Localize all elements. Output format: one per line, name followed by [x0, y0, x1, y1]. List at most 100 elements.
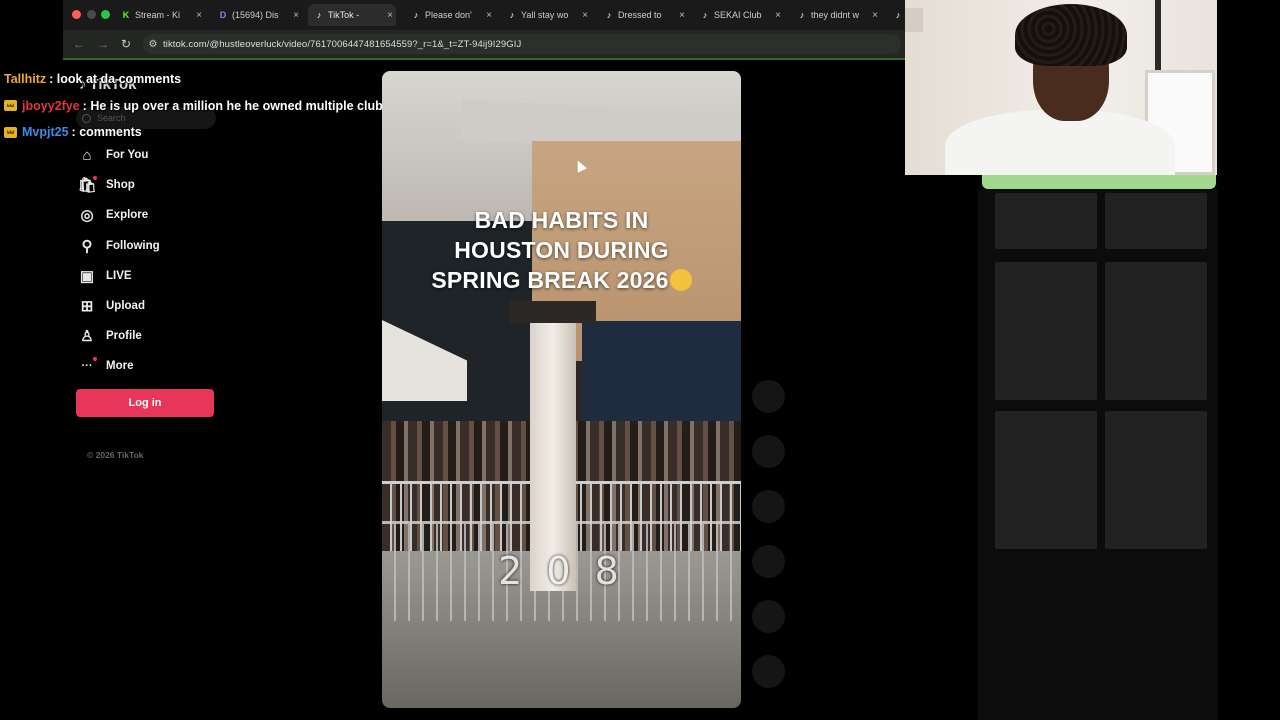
browser-tab[interactable]: K Stream - Ki × [115, 4, 205, 26]
shopping-bag-icon: 🛍 [77, 176, 97, 195]
tab-title: Dressed to [618, 10, 662, 20]
cam-hair [1015, 4, 1127, 66]
chat-username: jboyy2fye [22, 98, 80, 113]
browser-tab[interactable]: D (15694) Dis × [212, 4, 302, 26]
caption-line-text: BAD HABITS IN [474, 207, 649, 233]
video-thumbnail-placeholder[interactable] [1105, 411, 1207, 549]
close-tab-icon[interactable]: × [772, 10, 784, 21]
close-tab-icon[interactable]: × [290, 10, 302, 21]
sidebar-item-label: More [106, 360, 134, 373]
sidebar-item-profile[interactable]: ♙ Profile [78, 321, 160, 351]
tab-favicon-icon: D [219, 10, 227, 20]
tab-favicon-icon: ♪ [895, 10, 901, 20]
video-thumbnail-placeholder[interactable] [995, 411, 1097, 549]
chat-overlay: Tallhitz: look at da comments jboyy2fye: … [4, 66, 447, 146]
webcam-overlay [905, 0, 1217, 175]
url-field[interactable]: ⚙ tiktok.com/@hustleoverluck/video/76170… [143, 34, 901, 54]
chat-text: look at da comments [56, 72, 182, 87]
caption-line: SPRING BREAK 2026 [382, 265, 741, 295]
sidebar-item-label: Upload [106, 300, 145, 313]
arrow-left-icon[interactable]: ← [73, 37, 85, 51]
tab-title: (15694) Dis [232, 10, 279, 20]
reload-icon[interactable]: ↻ [121, 37, 131, 51]
tab-favicon-icon: ♪ [316, 10, 322, 20]
caption-line-text: SPRING BREAK 2026 [431, 267, 669, 293]
notification-dot [93, 176, 97, 181]
login-button[interactable]: Log in [76, 389, 214, 417]
notification-dot [93, 357, 97, 362]
arrow-right-icon[interactable]: → [97, 37, 109, 51]
chat-separator: : [49, 72, 57, 87]
video-action-button[interactable] [752, 435, 785, 468]
close-tab-icon[interactable]: × [869, 10, 881, 21]
maximize-window-button[interactable] [101, 10, 110, 19]
browser-tab[interactable]: ♪ Yall stay wo × [501, 4, 591, 26]
address-bar-row: ← → ↻ ⚙ tiktok.com/@hustleoverluck/video… [63, 30, 905, 58]
user-follow-icon: ⚲ [81, 237, 93, 255]
home-icon: ⌂ [82, 146, 92, 164]
browser-tab[interactable]: ♪ TikTok - × [308, 4, 396, 26]
browser-tab[interactable]: ♪ SEKAI Club × [694, 4, 784, 26]
video-action-button[interactable] [752, 545, 785, 578]
sidebar-item-label: Explore [106, 209, 149, 222]
sidebar-item-following[interactable]: ⚲ Following [78, 231, 160, 261]
sidebar-item-live[interactable]: ▣ LIVE [78, 261, 160, 291]
live-tv-icon: ▣ [79, 267, 95, 285]
tab-title: TikTok - [328, 10, 360, 20]
browser-tab[interactable]: ♪ [887, 4, 905, 26]
video-timer-text: 2 0 8 [498, 549, 625, 593]
video-thumbnail-placeholder[interactable] [1105, 193, 1207, 249]
close-tab-icon[interactable]: × [483, 10, 495, 21]
chat-username: Mvpjt25 [22, 125, 69, 140]
plus-square-icon: ⊞ [80, 298, 94, 316]
video-action-button[interactable] [752, 655, 785, 688]
sidebar-nav: ⌂ For You 🛍 Shop ◎ Explore ⚲ Following ▣ LIVE ⊞ Upl… [77, 140, 160, 382]
sidebar-item-label: Following [106, 239, 160, 252]
tab-favicon-icon: ♪ [799, 10, 805, 20]
browser-tab[interactable]: ♪ Please don' × [405, 4, 495, 26]
webcam-accent-bar [982, 175, 1216, 189]
video-column [530, 301, 576, 591]
chat-message: jboyy2fye: He is up over a million he he… [4, 93, 447, 120]
close-tab-icon[interactable]: × [193, 10, 205, 21]
sidebar-item-label: LIVE [106, 269, 132, 282]
crown-badge-icon [4, 100, 17, 112]
site-settings-icon[interactable]: ⚙ [143, 39, 163, 50]
sidebar-item-explore[interactable]: ◎ Explore [78, 200, 160, 230]
video-thumbnail-placeholder[interactable] [1105, 262, 1207, 400]
video-column-capital [510, 301, 596, 323]
sidebar-item-label: Profile [106, 330, 142, 343]
video-action-button[interactable] [752, 600, 785, 633]
video-action-column [752, 380, 785, 710]
url-text: tiktok.com/@hustleoverluck/video/7617006… [163, 38, 522, 50]
browser-tab[interactable]: ♪ they didnt w × [791, 4, 881, 26]
sidebar-item-label: Shop [106, 179, 135, 192]
tab-favicon-icon: ♪ [413, 10, 419, 20]
person-icon: ♙ [80, 328, 94, 346]
video-grid-panel [978, 189, 1218, 720]
close-tab-icon[interactable]: × [579, 10, 591, 21]
chat-message: Tallhitz: look at da comments [4, 66, 447, 93]
caption-line: HOUSTON DURING [382, 235, 741, 265]
caption-line-text: HOUSTON DURING [454, 237, 669, 263]
tab-favicon-icon: K [122, 10, 130, 20]
sidebar-item-label: For You [106, 149, 149, 162]
video-action-button[interactable] [752, 490, 785, 523]
sidebar-item-upload[interactable]: ⊞ Upload [78, 291, 160, 321]
sidebar-item-more[interactable]: ··· More [78, 351, 160, 381]
video-thumbnail-placeholder[interactable] [995, 262, 1097, 400]
compass-icon: ◎ [80, 207, 94, 225]
video-player[interactable]: BAD HABITS IN HOUSTON DURING SPRING BREAK … [382, 71, 741, 708]
tab-title: Stream - Ki [135, 10, 181, 20]
sidebar-item-shop[interactable]: 🛍 Shop [77, 170, 160, 200]
close-tab-icon[interactable]: × [676, 10, 688, 21]
chrome-divider [63, 58, 905, 60]
video-action-button[interactable] [752, 380, 785, 413]
close-tab-icon[interactable]: × [384, 10, 396, 21]
flushed-face-icon [669, 269, 692, 291]
close-window-button[interactable] [72, 10, 81, 19]
video-thumbnail-placeholder[interactable] [995, 193, 1097, 249]
minimize-window-button[interactable] [87, 10, 96, 19]
crown-badge-icon [4, 126, 17, 138]
browser-tab[interactable]: ♪ Dressed to × [598, 4, 688, 26]
